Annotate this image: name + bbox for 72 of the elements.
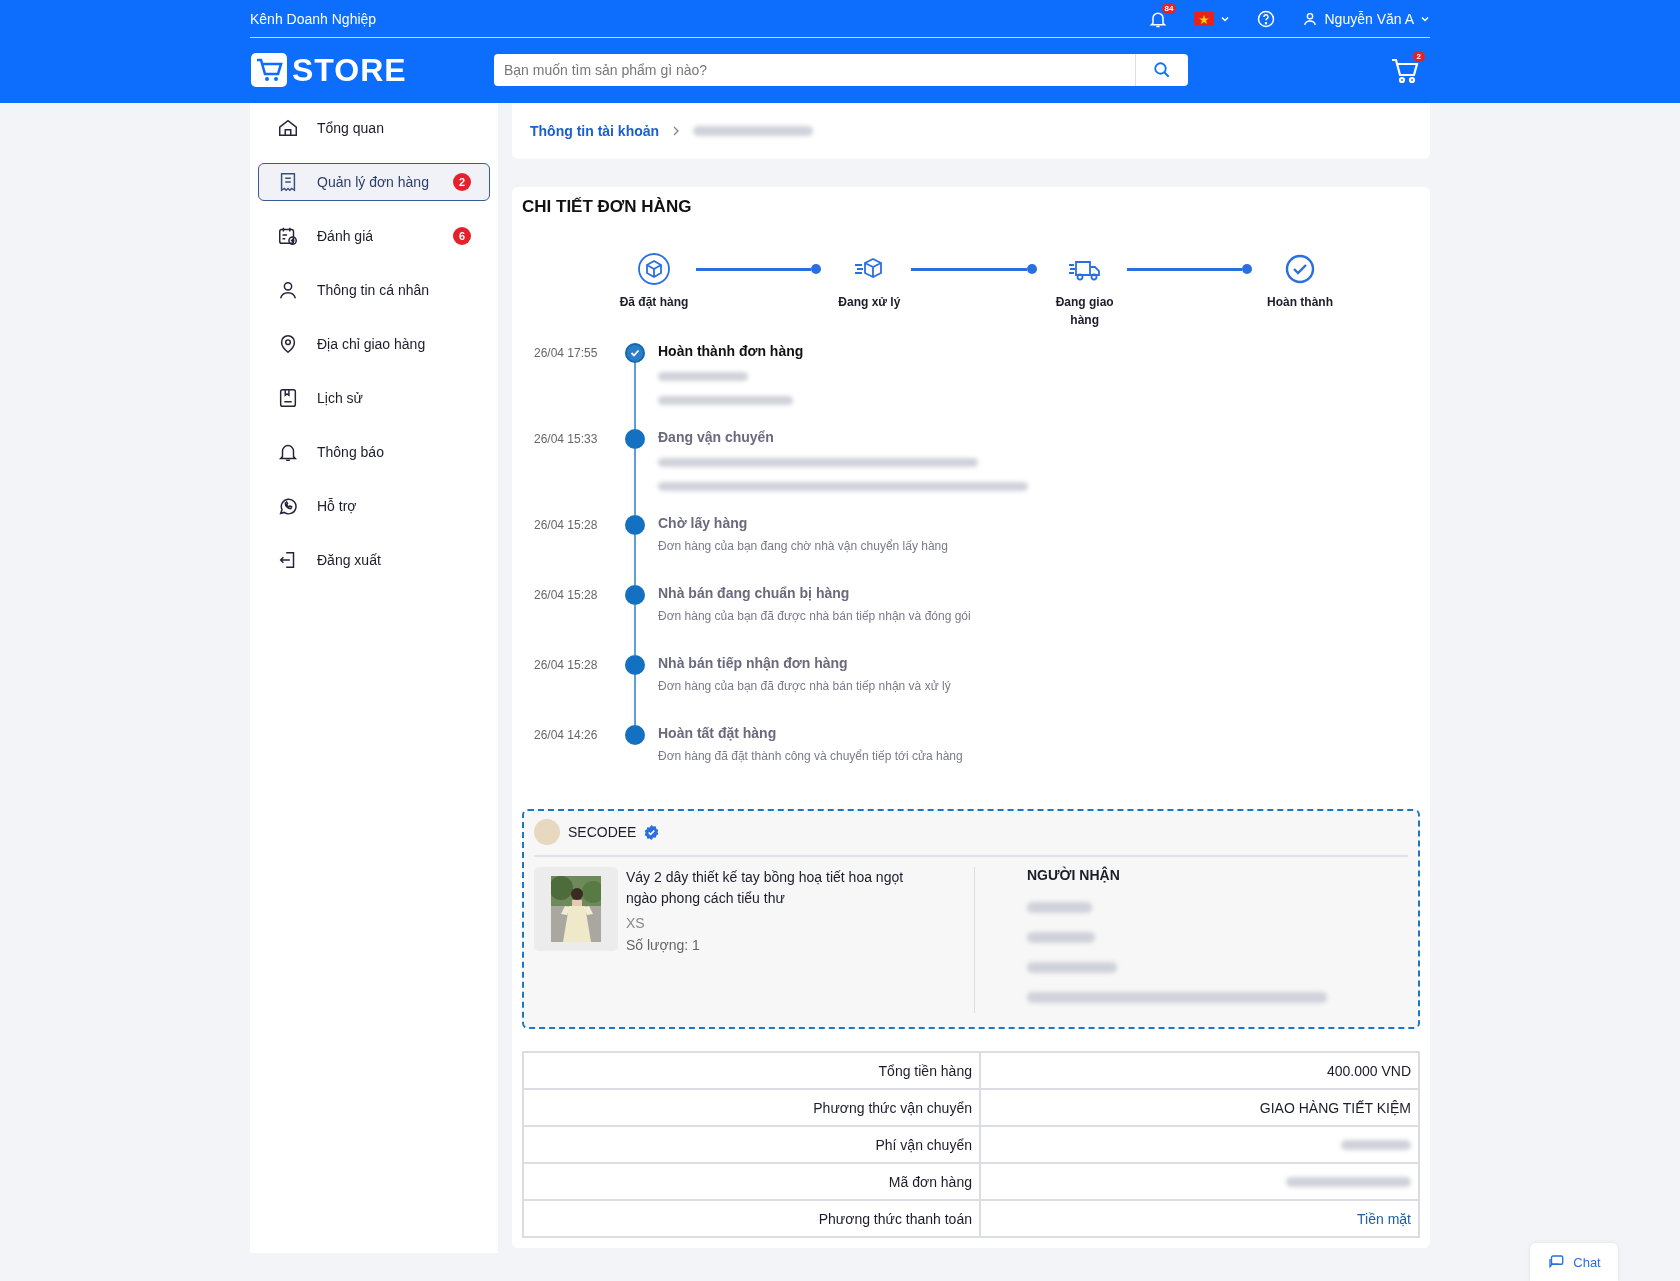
user-icon bbox=[1302, 10, 1319, 27]
event-title: Nhà bán tiếp nhận đơn hàng bbox=[658, 655, 849, 671]
sidebar-item[interactable]: Hỗ trợ bbox=[258, 487, 490, 525]
caret-icon bbox=[1420, 15, 1430, 22]
summary-label: Phí vận chuyển bbox=[523, 1126, 980, 1163]
event-description: Đơn hàng của bạn đang chờ nhà vận chuyển lấy hàng bbox=[658, 539, 948, 553]
event-time: 26/04 15:28 bbox=[534, 657, 599, 674]
shop-avatar bbox=[534, 819, 560, 845]
chat-button[interactable]: Chat bbox=[1530, 1243, 1618, 1281]
event-title: Chờ lấy hàng bbox=[658, 515, 749, 531]
help-icon[interactable] bbox=[1256, 8, 1277, 29]
count-badge: 6 bbox=[453, 227, 471, 245]
language-selector[interactable] bbox=[1194, 11, 1231, 26]
event-title: Hoàn thành đơn hàng bbox=[658, 343, 804, 359]
summary-value: 400.000 VND bbox=[1326, 1062, 1411, 1079]
menu-icon bbox=[277, 279, 299, 301]
product-quantity: Số lượng: 1 bbox=[626, 937, 701, 953]
redacted-text bbox=[1027, 932, 1095, 943]
sidebar-item[interactable]: Lịch sử bbox=[258, 379, 490, 417]
event-time: 26/04 17:55 bbox=[534, 345, 599, 362]
event-title: Hoàn tất đặt hàng bbox=[658, 725, 778, 741]
summary-label: Phương thức vận chuyển bbox=[523, 1089, 980, 1126]
search-button[interactable] bbox=[1136, 54, 1188, 86]
business-channel-link[interactable]: Kênh Doanh Nghiệp bbox=[250, 10, 377, 27]
shop-name[interactable]: SECODEE bbox=[568, 824, 637, 840]
sidebar-item[interactable]: Đánh giá 6 bbox=[258, 217, 490, 255]
cart-logo-icon bbox=[250, 52, 288, 88]
event-time: 26/04 15:28 bbox=[534, 517, 599, 534]
event-description: Đơn hàng của bạn đã được nhà bán tiếp nhận và đóng gói bbox=[658, 609, 971, 623]
recipient-heading: NGƯỜI NHẬN bbox=[1027, 867, 1121, 883]
menu-icon bbox=[277, 495, 299, 517]
sidebar-item[interactable]: Thông tin cá nhân bbox=[258, 271, 490, 309]
notification-count: 84 bbox=[1161, 2, 1177, 14]
step-icon bbox=[636, 251, 672, 287]
event-time: 26/04 14:26 bbox=[534, 727, 599, 744]
menu-icon bbox=[277, 387, 299, 409]
step-label: Đang giao hàng bbox=[1054, 294, 1115, 329]
summary-label: Tổng tiền hàng bbox=[523, 1052, 980, 1089]
menu-icon bbox=[277, 117, 299, 139]
event-title: Nhà bán đang chuẩn bị hàng bbox=[658, 585, 851, 601]
product-name[interactable]: Váy 2 dây thiết kế tay bồng hoạ tiết hoa ngọt ngào phong cách tiểu thư bbox=[626, 867, 916, 909]
event-time: 26/04 15:33 bbox=[534, 431, 599, 448]
sidebar-item[interactable]: Địa chỉ giao hàng bbox=[258, 325, 490, 363]
summary-label: Mã đơn hàng bbox=[523, 1163, 980, 1200]
cart-count: 2 bbox=[1412, 51, 1425, 62]
summary-label: Phương thức thanh toán bbox=[523, 1200, 980, 1237]
count-badge: 2 bbox=[453, 173, 471, 191]
section-title: CHI TIẾT ĐƠN HÀNG bbox=[522, 197, 693, 217]
event-description: Đơn hàng của bạn đã được nhà bán tiếp nhận và xử lý bbox=[658, 679, 951, 693]
step-label: Đang xử lý bbox=[837, 294, 902, 311]
step-label: Đã đặt hàng bbox=[618, 294, 690, 311]
search-icon bbox=[1153, 61, 1171, 79]
redacted-text bbox=[1027, 902, 1092, 913]
payment-method-link[interactable]: Tiền mặt bbox=[1357, 1210, 1411, 1227]
sidebar-item[interactable]: Đăng xuất bbox=[258, 541, 490, 579]
chat-icon bbox=[1547, 1253, 1566, 1271]
store-logo-text: STORE bbox=[292, 51, 407, 89]
menu-icon bbox=[277, 225, 299, 247]
sidebar-item[interactable]: Tổng quan bbox=[258, 109, 490, 147]
event-title: Đang vận chuyển bbox=[658, 429, 775, 445]
redacted-text bbox=[1341, 1139, 1411, 1150]
user-menu[interactable]: Nguyễn Văn A bbox=[1302, 10, 1430, 27]
breadcrumb-link[interactable]: Thông tin tài khoản bbox=[530, 123, 660, 139]
caret-icon bbox=[1220, 15, 1231, 22]
search-field[interactable]: Bạn muốn tìm sản phẩm gì nào? bbox=[494, 54, 1136, 86]
product-variant: XS bbox=[626, 915, 646, 931]
event-description: Đơn hàng đã đặt thành công và chuyển tiếp tới cửa hàng bbox=[658, 749, 963, 763]
step-label: Hoàn thành bbox=[1266, 294, 1334, 311]
event-time: 26/04 15:28 bbox=[534, 587, 599, 604]
summary-value: GIAO HÀNG TIẾT KIỆM bbox=[1259, 1099, 1411, 1116]
sidebar-item[interactable]: Thông báo bbox=[258, 433, 490, 471]
sidebar-item[interactable]: Quản lý đơn hàng 2 bbox=[258, 163, 490, 201]
